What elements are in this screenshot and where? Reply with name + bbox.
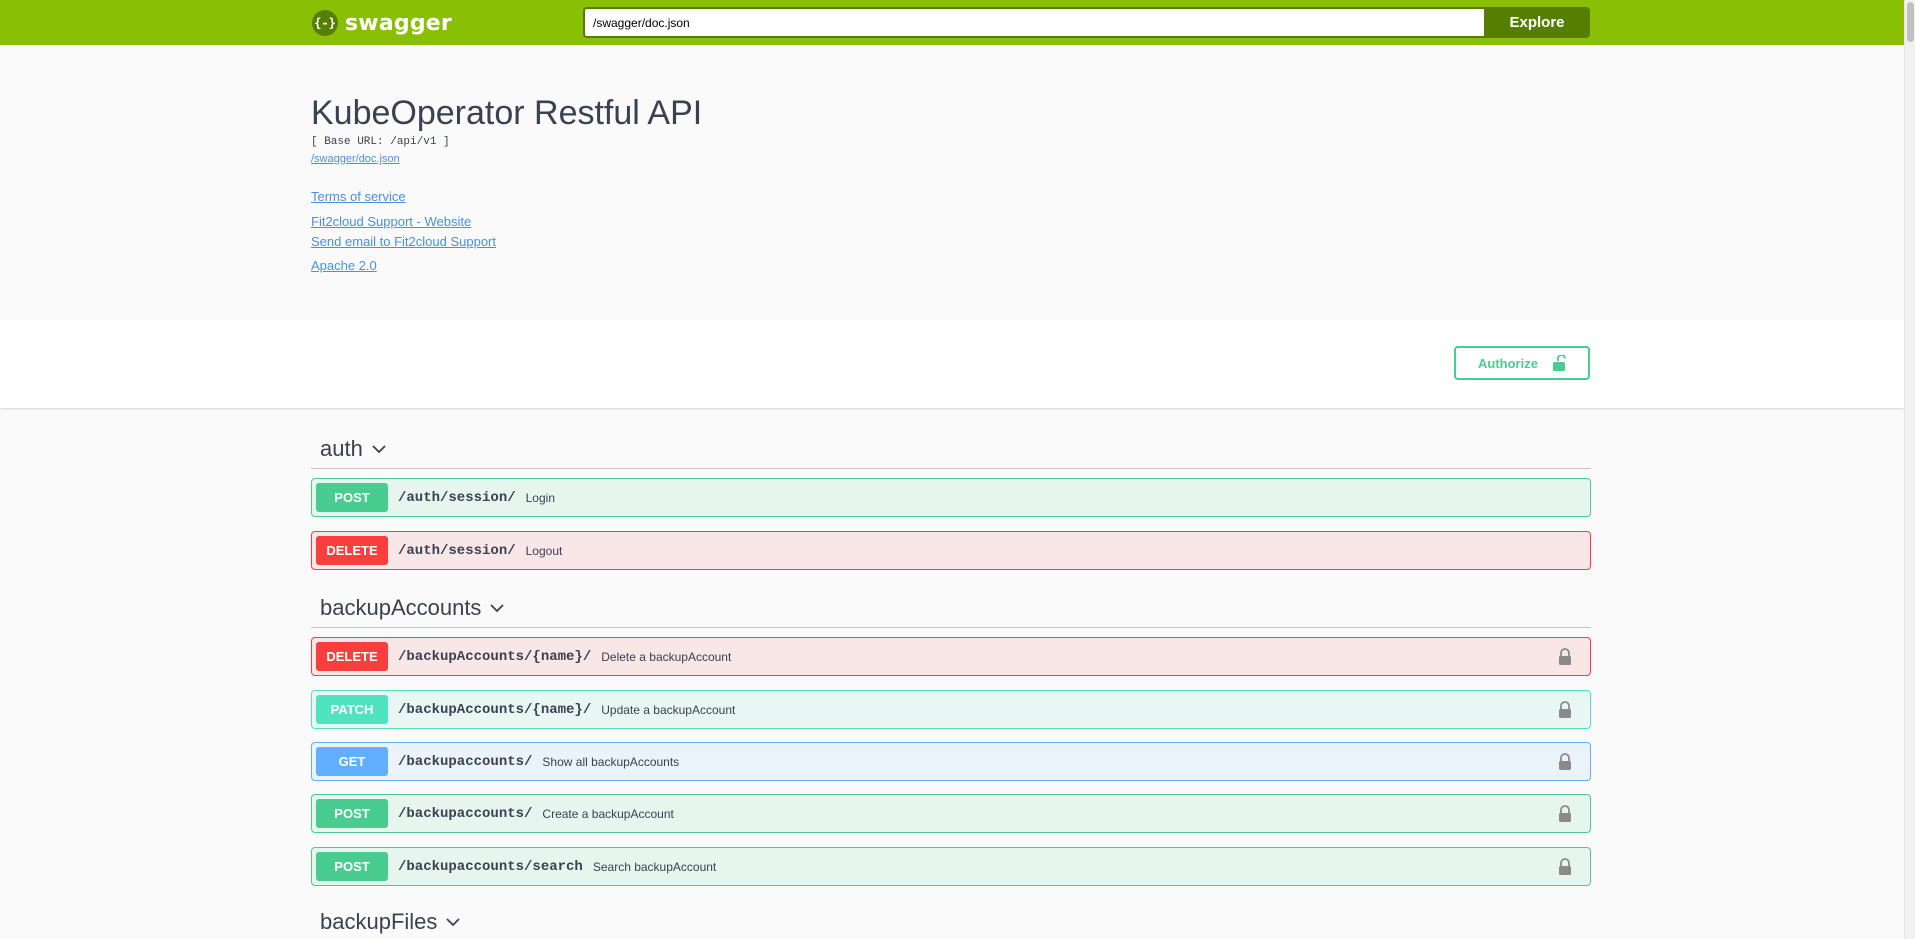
operation-summary: Search backupAccount bbox=[592, 859, 717, 874]
swagger-logo-icon: {-} bbox=[312, 10, 338, 36]
method-badge: POST bbox=[316, 852, 388, 881]
swagger-logo[interactable]: {-} swagger bbox=[312, 10, 452, 36]
terms-of-service-link[interactable]: Terms of service bbox=[311, 189, 406, 204]
scrollbar-thumb[interactable] bbox=[1907, 2, 1914, 42]
chevron-down-icon bbox=[490, 603, 505, 612]
base-url: [ Base URL: /api/v1 ] bbox=[311, 136, 450, 148]
support-email-link[interactable]: Send email to Fit2cloud Support bbox=[311, 234, 496, 249]
method-badge: DELETE bbox=[316, 642, 388, 671]
operation-summary: Login bbox=[525, 490, 555, 505]
operation-summary: Show all backupAccounts bbox=[542, 754, 680, 769]
method-badge: POST bbox=[316, 483, 388, 512]
spec-url-link[interactable]: /swagger/doc.json bbox=[311, 153, 400, 165]
topbar: {-} swagger Explore bbox=[0, 0, 1904, 45]
chevron-down-icon bbox=[446, 917, 461, 926]
operation-path: /backupaccounts/search bbox=[398, 858, 583, 875]
swagger-logo-text: swagger bbox=[345, 10, 452, 36]
operation-delete-auth-session[interactable]: DELETE /auth/session/ Logout bbox=[311, 531, 1591, 570]
operation-path: /backupAccounts/{name}/ bbox=[398, 701, 592, 718]
operation-get-backupaccounts[interactable]: GET /backupaccounts/ Show all backupAcco… bbox=[311, 742, 1591, 781]
scheme-container: Authorize bbox=[0, 320, 1904, 408]
operation-summary: Logout bbox=[525, 543, 563, 558]
method-badge: DELETE bbox=[316, 536, 388, 565]
lock-icon[interactable] bbox=[1558, 753, 1572, 770]
operation-post-backupaccounts[interactable]: POST /backupaccounts/ Create a backupAcc… bbox=[311, 794, 1591, 833]
operation-path: /backupaccounts/ bbox=[398, 805, 533, 822]
operation-delete-backupaccount[interactable]: DELETE /backupAccounts/{name}/ Delete a … bbox=[311, 637, 1591, 676]
operation-patch-backupaccount[interactable]: PATCH /backupAccounts/{name}/ Update a b… bbox=[311, 690, 1591, 729]
license-link[interactable]: Apache 2.0 bbox=[311, 258, 377, 273]
operation-summary: Create a backupAccount bbox=[542, 806, 674, 821]
lock-icon[interactable] bbox=[1558, 648, 1572, 665]
method-badge: POST bbox=[316, 799, 388, 828]
tag-name: backupAccounts bbox=[320, 594, 482, 620]
chevron-down-icon bbox=[372, 444, 386, 453]
tag-name: auth bbox=[320, 435, 363, 461]
spec-url-input[interactable] bbox=[583, 7, 1484, 38]
authorize-button[interactable]: Authorize bbox=[1454, 346, 1590, 380]
operation-path: /auth/session/ bbox=[398, 489, 516, 506]
operation-summary: Delete a backupAccount bbox=[601, 649, 732, 664]
operation-path: /auth/session/ bbox=[398, 542, 516, 559]
lock-icon[interactable] bbox=[1558, 858, 1572, 875]
lock-icon[interactable] bbox=[1558, 805, 1572, 822]
method-badge: PATCH bbox=[316, 695, 388, 724]
support-website-link[interactable]: Fit2cloud Support - Website bbox=[311, 214, 471, 229]
tag-name: backupFiles bbox=[320, 908, 438, 934]
operation-post-auth-session[interactable]: POST /auth/session/ Login bbox=[311, 478, 1591, 517]
tag-auth[interactable]: auth bbox=[311, 429, 1591, 469]
unlock-icon bbox=[1552, 355, 1566, 371]
explore-button[interactable]: Explore bbox=[1484, 7, 1590, 38]
authorize-label: Authorize bbox=[1478, 355, 1538, 371]
operation-path: /backupaccounts/ bbox=[398, 753, 533, 770]
tag-backupaccounts[interactable]: backupAccounts bbox=[311, 588, 1591, 628]
method-badge: GET bbox=[316, 747, 388, 776]
operation-summary: Update a backupAccount bbox=[601, 702, 736, 717]
page-scrollbar[interactable] bbox=[1904, 0, 1915, 939]
tag-backupfiles[interactable]: backupFiles bbox=[311, 902, 1591, 939]
operation-post-backupaccounts-search[interactable]: POST /backupaccounts/search Search backu… bbox=[311, 847, 1591, 886]
operation-path: /backupAccounts/{name}/ bbox=[398, 648, 592, 665]
api-title: KubeOperator Restful API bbox=[311, 94, 703, 132]
lock-icon[interactable] bbox=[1558, 701, 1572, 718]
